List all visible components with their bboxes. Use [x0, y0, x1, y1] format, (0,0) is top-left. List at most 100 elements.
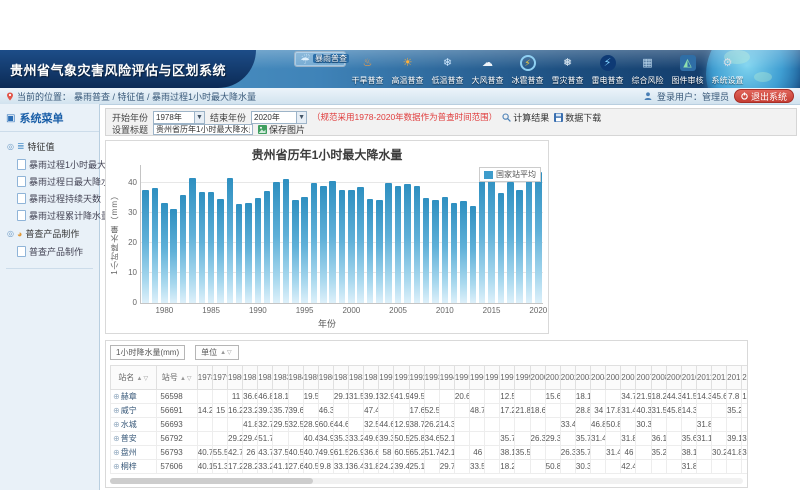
bar-2000[interactable]	[348, 190, 355, 303]
toolbar-item-map-review[interactable]: ◭图件审核	[669, 51, 706, 88]
column-header-year-2004[interactable]: 2004	[591, 366, 606, 390]
sidebar-item[interactable]: 暴雨过程日最大降水量	[2, 173, 97, 190]
toolbar-item-high-temp-survey[interactable]: ☀高温普查	[389, 51, 426, 88]
column-header-year-2012[interactable]: 2012	[712, 366, 727, 390]
column-header-year-2006[interactable]: 2006	[621, 366, 636, 390]
bar-2012[interactable]	[460, 201, 467, 303]
toolbar-item-low-temp-survey[interactable]: ❄低温普查	[429, 51, 466, 88]
bar-2001[interactable]	[357, 187, 364, 303]
bar-1996[interactable]	[311, 183, 318, 303]
expand-row-icon[interactable]: ⊕	[113, 448, 120, 457]
bar-2016[interactable]	[498, 193, 505, 303]
bar-1978[interactable]	[142, 190, 149, 303]
sort-arrows-icon[interactable]: ▲▽	[180, 376, 193, 382]
column-header-year-1992[interactable]: 1992	[409, 366, 424, 390]
bar-2005[interactable]	[395, 186, 402, 303]
column-header-year-1993[interactable]: 1993	[424, 366, 439, 390]
bar-2014[interactable]	[479, 180, 486, 303]
column-header-year-1980[interactable]: 1980	[228, 366, 243, 390]
column-header-year-1986[interactable]: 1986	[318, 366, 333, 390]
toolbar-item-wind-survey[interactable]: ☁大风普查	[469, 51, 506, 88]
column-header-year-1983[interactable]: 1983	[273, 366, 288, 390]
column-header-year-2013[interactable]: 2013	[727, 366, 742, 390]
sidebar-group-1[interactable]: ◎◕普查产品制作	[2, 224, 97, 243]
column-header-year-2005[interactable]: 2005	[606, 366, 621, 390]
column-header-year-2007[interactable]: 2007	[636, 366, 651, 390]
column-header-year-1988[interactable]: 1988	[349, 366, 364, 390]
bar-2009[interactable]	[432, 200, 439, 303]
bar-2015[interactable]	[488, 175, 495, 303]
bar-1997[interactable]	[320, 186, 327, 303]
expand-row-icon[interactable]: ⊕	[113, 462, 120, 471]
logout-button[interactable]: 退出系统	[734, 89, 794, 103]
bar-2017[interactable]	[507, 182, 514, 303]
bar-2018[interactable]	[516, 190, 523, 303]
column-header-year-2003[interactable]: 2003	[575, 366, 590, 390]
column-header-year-2000[interactable]: 2000	[530, 366, 545, 390]
column-header-year-1999[interactable]: 1999	[515, 366, 530, 390]
bar-2019[interactable]	[526, 169, 533, 303]
bar-2002[interactable]	[367, 199, 374, 303]
column-header-year-1982[interactable]: 1982	[258, 366, 273, 390]
bar-1992[interactable]	[273, 182, 280, 303]
column-header-year-1996[interactable]: 1996	[470, 366, 485, 390]
toolbar-item-drought-survey[interactable]: ♨干旱普查	[349, 51, 386, 88]
column-header-year-2009[interactable]: 2009	[666, 366, 681, 390]
column-header-year-1984[interactable]: 1984	[288, 366, 303, 390]
unit-sort-chip[interactable]: 单位 ▲▽	[195, 345, 239, 360]
calc-result-button[interactable]: 计算结果	[502, 111, 549, 124]
bar-2003[interactable]	[376, 200, 383, 304]
expand-row-icon[interactable]: ⊕	[113, 406, 120, 415]
toolbar-item-snow-survey[interactable]: ❅雪灾普查	[549, 51, 586, 88]
column-header-year-2014[interactable]: 2014	[742, 366, 748, 390]
column-header-year-1991[interactable]: 1991	[394, 366, 409, 390]
sidebar-item[interactable]: 普查产品制作	[2, 243, 97, 260]
bar-2010[interactable]	[442, 197, 449, 304]
bar-1998[interactable]	[329, 181, 336, 303]
bar-1982[interactable]	[180, 195, 187, 303]
bar-1989[interactable]	[245, 203, 252, 304]
column-header-year-1978[interactable]: 1978	[197, 366, 212, 390]
bar-1991[interactable]	[264, 191, 271, 303]
column-header-year-1985[interactable]: 1985	[303, 366, 318, 390]
sidebar-item[interactable]: 暴雨过程1小时最大降水量	[2, 156, 97, 173]
column-header-year-1990[interactable]: 1990	[379, 366, 394, 390]
toolbar-item-rainstorm-survey[interactable]: ☔暴雨普查	[294, 51, 346, 67]
bar-1983[interactable]	[189, 178, 196, 303]
bar-1999[interactable]	[339, 190, 346, 303]
expand-row-icon[interactable]: ⊕	[113, 392, 120, 401]
column-header-year-1981[interactable]: 1981	[243, 366, 258, 390]
bar-1980[interactable]	[161, 203, 168, 303]
table-horizontal-scrollbar[interactable]	[110, 478, 743, 484]
toolbar-item-hail-survey[interactable]: ⚡冰雹普查	[509, 51, 546, 88]
bar-2006[interactable]	[404, 184, 411, 303]
column-header-station-id[interactable]: 站号 ▲▽	[157, 366, 197, 390]
column-header-year-2011[interactable]: 2011	[696, 366, 711, 390]
bar-2013[interactable]	[470, 206, 477, 304]
expand-row-icon[interactable]: ⊕	[113, 420, 120, 429]
bar-1993[interactable]	[283, 179, 290, 304]
column-header-year-1997[interactable]: 1997	[485, 366, 500, 390]
bar-1994[interactable]	[292, 200, 299, 303]
bar-1988[interactable]	[236, 204, 243, 303]
start-year-select[interactable]: 1978年▼	[153, 111, 205, 124]
column-header-year-2001[interactable]: 2001	[545, 366, 560, 390]
bar-1990[interactable]	[255, 198, 262, 303]
sort-arrows-icon[interactable]: ▲▽	[137, 376, 150, 382]
column-header-year-2008[interactable]: 2008	[651, 366, 666, 390]
chart-legend[interactable]: 国家站平均	[479, 167, 541, 182]
toolbar-item-system-settings[interactable]: ⚙系统设置	[709, 51, 746, 88]
column-header-year-1994[interactable]: 1994	[439, 366, 454, 390]
toolbar-item-comprehensive-risk[interactable]: ▦综合风险	[629, 51, 666, 88]
sidebar-item[interactable]: 暴雨过程持续天数	[2, 190, 97, 207]
toolbar-item-lightning-survey[interactable]: ⚡雷电普查	[589, 51, 626, 88]
expand-row-icon[interactable]: ⊕	[113, 434, 120, 443]
collapse-toggle-icon[interactable]: ◎	[7, 142, 14, 151]
column-header-year-1995[interactable]: 1995	[454, 366, 469, 390]
bar-1995[interactable]	[301, 197, 308, 303]
column-header-year-1979[interactable]: 1979	[212, 366, 227, 390]
collapse-toggle-icon[interactable]: ◎	[7, 229, 14, 238]
bar-1981[interactable]	[170, 209, 177, 304]
sidebar-group-0[interactable]: ◎≣特征值	[2, 137, 97, 156]
column-header-year-1987[interactable]: 1987	[333, 366, 348, 390]
